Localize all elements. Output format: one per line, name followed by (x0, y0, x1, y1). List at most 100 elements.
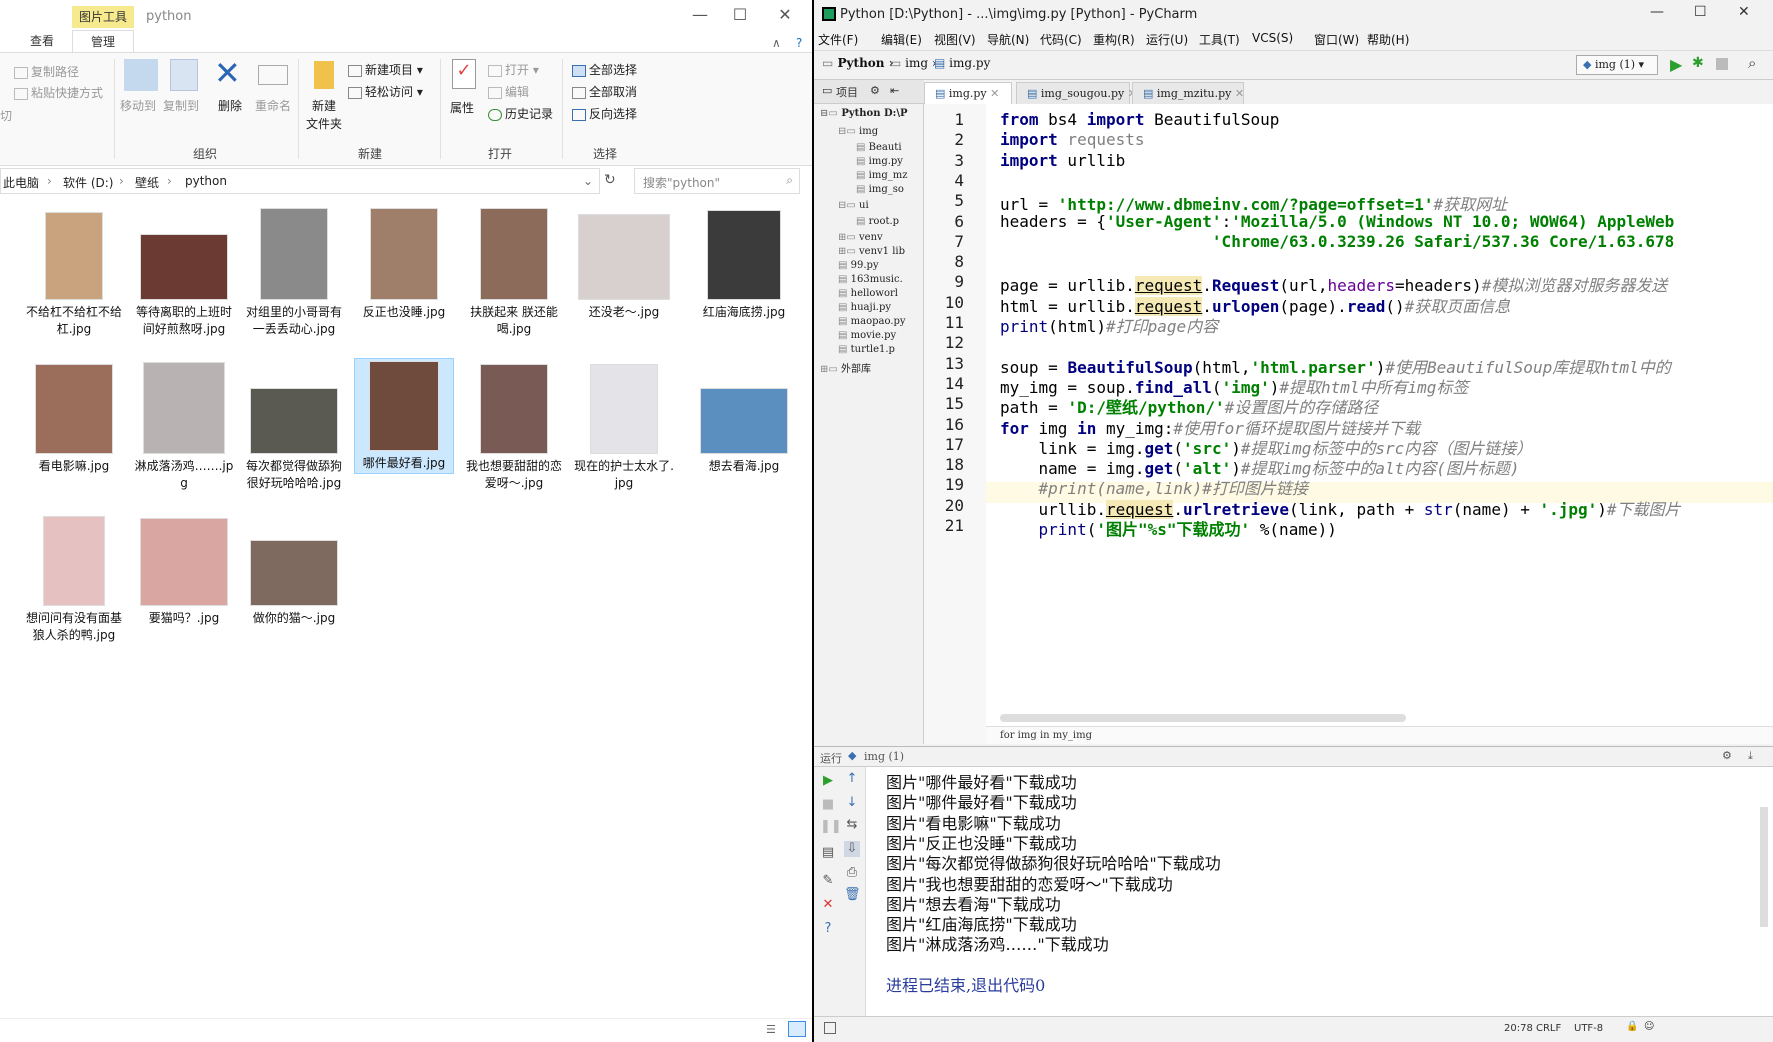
crumb-wallpaper[interactable]: 壁纸 (135, 174, 159, 191)
file-item[interactable]: 做你的猫～.jpg (244, 514, 344, 627)
minimize-button[interactable]: — (680, 4, 720, 26)
settings-icon[interactable]: ⚙ (1722, 749, 1732, 762)
file-item[interactable]: 扶朕起来 朕还能喝.jpg (464, 208, 564, 338)
tree-item[interactable]: ⊞▭ venv (838, 232, 924, 243)
file-item[interactable]: 哪件最好看.jpg (354, 358, 454, 474)
details-view-icon[interactable]: ☰ (766, 1023, 776, 1036)
code-line[interactable]: print(html)#打印page内容 (1000, 313, 1218, 337)
close-icon[interactable]: ✕ (1231, 87, 1244, 100)
project-view-icon[interactable]: ▭ (822, 84, 832, 97)
close-button[interactable]: ✕ (765, 4, 805, 26)
menu-item[interactable]: 文件(F) (818, 31, 858, 48)
menu-item[interactable]: 帮助(H) (1367, 31, 1409, 48)
file-item[interactable]: 反正也没睡.jpg (354, 208, 454, 321)
file-item[interactable]: 要猫吗？.jpg (134, 514, 234, 627)
new-folder-label-1[interactable]: 新建 (312, 97, 336, 115)
line-separator[interactable]: CRLF (1536, 1023, 1561, 1034)
delete-button[interactable]: 删除 (218, 97, 242, 115)
menu-item[interactable]: 视图(V) (934, 31, 976, 48)
tree-item[interactable]: ⊟▭ ui (838, 200, 924, 211)
file-item[interactable]: 想问问有没有面基狼人杀的鸭.jpg (24, 514, 124, 644)
pause-icon[interactable]: ❚❚ (820, 819, 842, 835)
tree-item[interactable]: ▤ helloworl (838, 288, 924, 299)
menu-item[interactable]: 代码(C) (1040, 31, 1082, 48)
menu-item[interactable]: 导航(N) (987, 31, 1029, 48)
menu-item[interactable]: 工具(T) (1199, 31, 1240, 48)
file-item[interactable]: 现在的护士太水了.jpg (574, 362, 674, 492)
move-to-button[interactable]: 移动到 (120, 97, 156, 115)
collapse-icon[interactable]: ⇤ (890, 84, 899, 97)
tree-item[interactable]: ▤ turtle1.p (838, 344, 924, 355)
select-all-button[interactable]: 全部选择 (572, 61, 637, 79)
refresh-icon[interactable]: ↻ (604, 172, 616, 188)
maximize-button[interactable]: ☐ (1694, 4, 1707, 20)
settings-icon[interactable]: ⚙ (870, 84, 880, 97)
help-icon[interactable]: ? (796, 36, 802, 50)
run-tab[interactable]: img (1) (864, 750, 904, 763)
down-icon[interactable]: ↓ (844, 795, 860, 811)
properties-button[interactable]: 属性 (450, 99, 474, 117)
collapse-ribbon-icon[interactable]: ∧ (772, 36, 781, 50)
history-button[interactable]: 历史记录 (488, 105, 553, 123)
tree-item[interactable]: ▤ Beauti (856, 142, 924, 153)
output-scrollbar[interactable] (1760, 807, 1768, 927)
trash-icon[interactable]: 🗑 (844, 887, 861, 903)
print-icon[interactable]: ⎙ (844, 865, 860, 881)
rerun-icon[interactable]: ▶ (820, 773, 836, 789)
stop-icon[interactable] (1716, 58, 1728, 70)
new-item-button[interactable]: 新建项目 ▾ (348, 61, 423, 79)
tab-manage[interactable]: 管理 (72, 30, 134, 52)
crumb-drive[interactable]: 软件 (D:) (63, 174, 113, 191)
file-item[interactable]: 红庙海底捞.jpg (694, 208, 794, 321)
code-editor[interactable]: from bs4 import BeautifulSoup import requ… (986, 104, 1773, 744)
search-icon[interactable]: ⌕ (1748, 54, 1756, 72)
copy-to-button[interactable]: 复制到 (163, 97, 199, 115)
file-item[interactable]: 看电影嘛.jpg (24, 362, 124, 475)
crumb-python[interactable]: python (185, 174, 227, 188)
help-icon[interactable]: ? (820, 921, 836, 937)
file-item[interactable]: 淋成落汤鸡…….jpg (134, 362, 234, 492)
tree-item[interactable]: ▤ huaji.py (838, 302, 924, 313)
hide-icon[interactable]: ⤓ (1748, 749, 1753, 763)
file-item[interactable]: 不给杠不给杠不给杠.jpg (24, 208, 124, 338)
code-breadcrumb[interactable]: for img in my_img (986, 726, 1773, 744)
tree-item[interactable]: ▤ root.p (856, 216, 924, 227)
crumb-this-pc[interactable]: 此电脑 (3, 174, 39, 191)
tree-item[interactable]: ▤ 163music. (838, 274, 924, 285)
debug-icon[interactable]: ✱ (1692, 55, 1704, 71)
run-config-select[interactable]: ◆ img (1) ▾ (1576, 55, 1658, 75)
project-label[interactable]: 项目 (836, 84, 858, 100)
menu-item[interactable]: 重构(R) (1093, 31, 1135, 48)
editor-tab[interactable]: ▤ img.py ✕ (924, 82, 1012, 104)
menu-item[interactable]: 运行(U) (1146, 31, 1188, 48)
run-icon[interactable]: ▶ (1670, 55, 1682, 74)
editor-tab[interactable]: ▤ img_sougou.py ✕ (1016, 82, 1137, 104)
tab-view[interactable]: 查看 (22, 30, 62, 52)
lock-icon[interactable]: 🔒 (1626, 1021, 1638, 1032)
file-item[interactable]: 想去看海.jpg (694, 362, 794, 475)
nav-project[interactable]: ▭ Python › (822, 56, 894, 76)
tree-item[interactable]: ⊞▭ 外部库 (820, 360, 924, 375)
tree-item[interactable]: ⊞▭ venv1 lib (838, 246, 924, 257)
picture-tools-tab[interactable]: 图片工具 (72, 6, 134, 28)
file-item[interactable]: 对组里的小哥哥有一丢丢动心.jpg (244, 208, 344, 338)
address-bar[interactable]: 此电脑 › 软件 (D:) › 壁纸 › python ⌄ (0, 168, 600, 194)
nav-file[interactable]: ▤ img.py (934, 56, 990, 76)
open-button[interactable]: 打开 ▾ (488, 61, 539, 79)
pin-icon[interactable]: ✎ (820, 873, 836, 889)
select-none-button[interactable]: 全部取消 (572, 83, 637, 101)
tree-item[interactable]: ▤ img_mz (856, 170, 924, 181)
code-line[interactable]: from bs4 import BeautifulSoup (1000, 110, 1279, 129)
tree-item[interactable]: ⊟▭ Python D:\P (820, 108, 924, 119)
menu-item[interactable]: 窗口(W) (1314, 31, 1359, 48)
search-input[interactable]: 搜索"python" ⌕ (634, 168, 800, 194)
edit-button[interactable]: 编辑 (488, 83, 529, 101)
tree-item[interactable]: ▤ img_so (856, 184, 924, 195)
file-item[interactable]: 我也想要甜甜的恋爱呀～.jpg (464, 362, 564, 492)
copy-path-button[interactable]: 复制路径 (14, 63, 79, 81)
menu-item[interactable]: 编辑(E) (881, 31, 922, 48)
code-line[interactable]: headers = {'User-Agent':'Mozilla/5.0 (Wi… (1000, 212, 1674, 231)
file-item[interactable]: 还没老～.jpg (574, 208, 674, 321)
tree-item[interactable]: ▤ maopao.py (838, 316, 924, 327)
tree-item[interactable]: ▤ 99.py (838, 260, 924, 271)
